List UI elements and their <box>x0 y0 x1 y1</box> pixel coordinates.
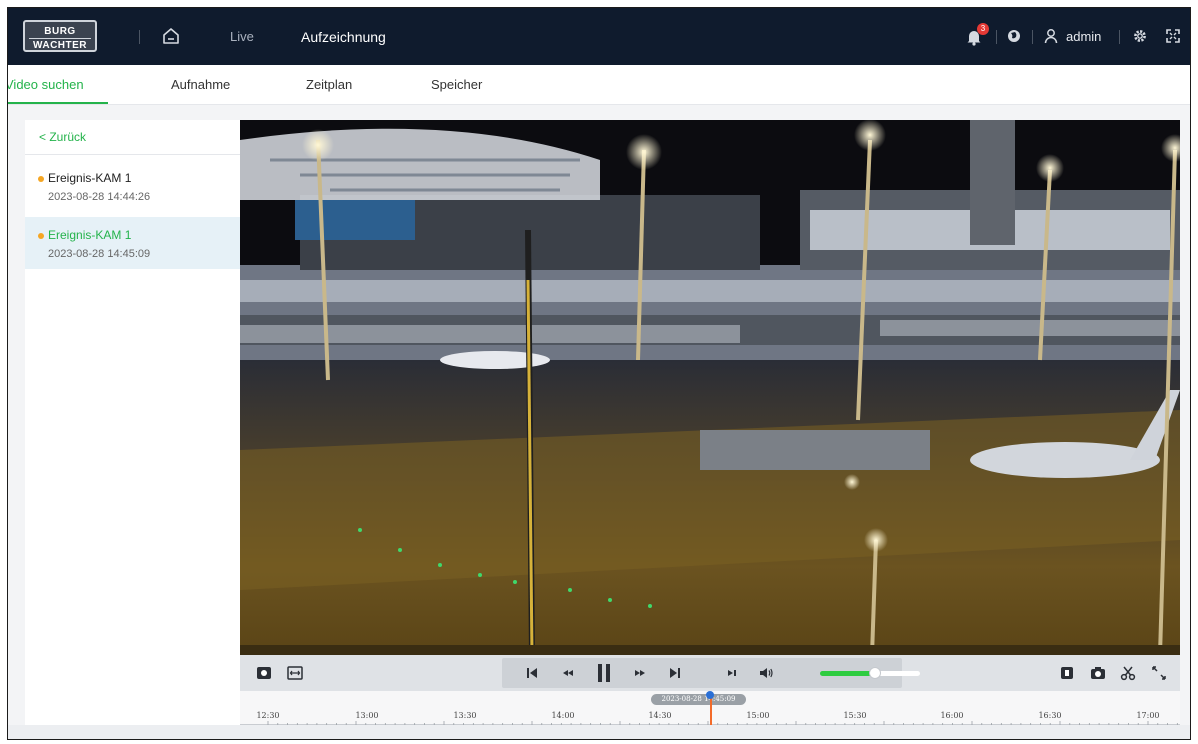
video-frame-image <box>240 120 1180 655</box>
volume-slider-handle[interactable] <box>869 667 881 679</box>
home-icon[interactable] <box>161 26 181 46</box>
divider <box>25 154 240 155</box>
logo-line-1: BURG <box>44 26 76 37</box>
timeline-label: 16:00 <box>940 711 964 720</box>
timeline-label: 14:30 <box>648 711 672 720</box>
event-status-dot <box>38 233 44 239</box>
volume-fill <box>820 671 875 676</box>
timeline-label: 16:30 <box>1038 711 1062 720</box>
frame-step-icon[interactable] <box>724 665 740 681</box>
event-status-dot <box>38 176 44 182</box>
tab-recording[interactable]: Aufnahme <box>171 77 230 92</box>
divider <box>139 30 140 44</box>
timeline-label: 13:30 <box>453 711 477 720</box>
event-item-selected[interactable]: Ereignis-KAM 1 2023-08-28 14:45:09 <box>25 217 240 269</box>
divider <box>996 30 997 44</box>
playhead-line[interactable] <box>710 698 712 725</box>
playback-button-group <box>502 658 920 688</box>
current-time-tooltip: 2023-08-28 14:45:09 <box>651 694 746 705</box>
event-sidebar: < Zurück Ereignis-KAM 1 2023-08-28 14:44… <box>25 120 240 725</box>
fast-forward-icon[interactable] <box>632 665 648 681</box>
notification-badge: 3 <box>977 23 989 35</box>
volume-icon[interactable] <box>758 665 774 681</box>
camera-icon[interactable] <box>1090 665 1106 681</box>
tab-schedule[interactable]: Zeitplan <box>306 77 352 92</box>
clip-scissors-icon[interactable] <box>1120 665 1136 681</box>
timeline-label: 17:00 <box>1136 711 1160 720</box>
username[interactable]: admin <box>1066 29 1101 44</box>
active-tab-indicator <box>8 102 108 104</box>
skip-to-end-icon[interactable] <box>667 665 683 681</box>
divider <box>1032 30 1033 44</box>
timeline-label: 15:30 <box>843 711 867 720</box>
top-bar: BURG WACHTER Live Aufzeichnung 3 admin <box>8 8 1190 65</box>
volume-track[interactable] <box>875 671 920 676</box>
event-time: 2023-08-28 14:45:09 <box>48 248 151 260</box>
rewind-icon[interactable] <box>560 665 576 681</box>
timeline[interactable]: 12:30 13:00 13:30 14:00 14:30 15:00 15:3… <box>240 691 1180 725</box>
timeline-label: 15:00 <box>746 711 770 720</box>
tab-video-search[interactable]: Video suchen <box>8 77 84 92</box>
tab-bar: Video suchen Aufnahme Zeitplan Speicher <box>8 65 1190 105</box>
tab-storage[interactable]: Speicher <box>431 77 482 92</box>
event-name: Ereignis-KAM 1 <box>48 228 132 242</box>
burg-wachter-logo: BURG WACHTER <box>23 20 97 52</box>
globe-icon[interactable] <box>1007 29 1021 43</box>
bottom-strip <box>8 725 1190 739</box>
event-item[interactable]: Ereignis-KAM 1 2023-08-28 14:44:26 <box>25 160 240 212</box>
record-icon[interactable] <box>256 665 272 681</box>
event-name: Ereignis-KAM 1 <box>48 171 132 185</box>
settings-gear-icon[interactable] <box>1133 29 1147 43</box>
app-window: BURG WACHTER Live Aufzeichnung 3 admin V… <box>7 7 1191 740</box>
timeline-label: 13:00 <box>355 711 379 720</box>
aspect-ratio-icon[interactable] <box>287 665 303 681</box>
divider <box>1119 30 1120 44</box>
logo-line-2: WACHTER <box>29 38 91 51</box>
video-player[interactable] <box>240 120 1180 655</box>
pause-icon[interactable] <box>595 663 613 683</box>
playback-controls <box>240 655 1180 691</box>
nav-recording[interactable]: Aufzeichnung <box>301 29 386 45</box>
fullscreen-video-icon[interactable] <box>1151 665 1167 681</box>
playhead-handle[interactable] <box>706 691 714 699</box>
user-icon[interactable] <box>1044 28 1058 44</box>
back-link[interactable]: < Zurück <box>39 130 86 144</box>
timeline-label: 12:30 <box>256 711 280 720</box>
snapshot-icon[interactable] <box>1059 665 1075 681</box>
fullscreen-icon[interactable] <box>1166 29 1180 43</box>
timeline-label: 14:00 <box>551 711 575 720</box>
skip-to-start-icon[interactable] <box>524 665 540 681</box>
event-time: 2023-08-28 14:44:26 <box>48 191 151 203</box>
nav-live[interactable]: Live <box>230 29 254 44</box>
